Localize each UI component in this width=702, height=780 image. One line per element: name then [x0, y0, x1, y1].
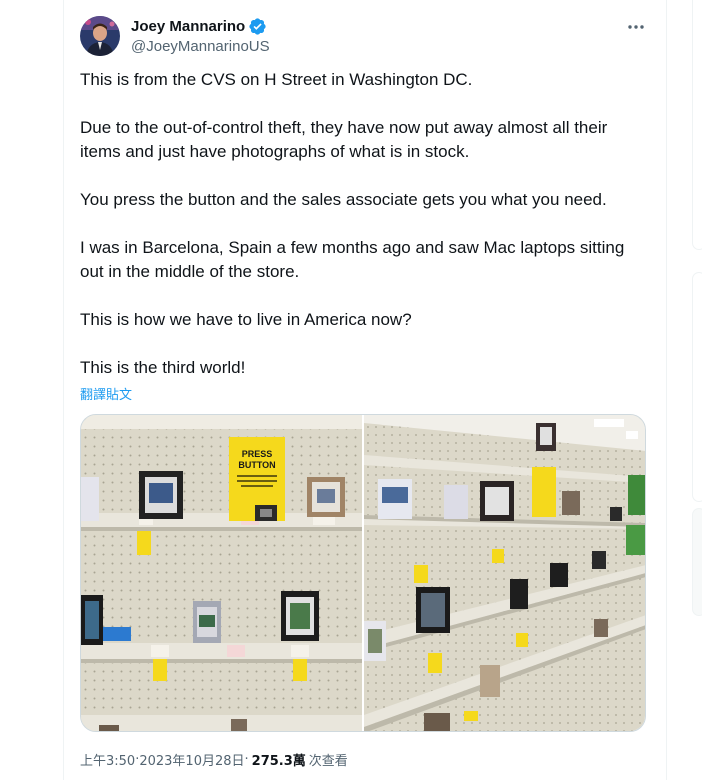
- sign-text-button: BUTTON: [238, 460, 275, 470]
- store-shelf-photo: PRESS BUTTON: [81, 415, 362, 731]
- more-options-button[interactable]: [624, 14, 648, 38]
- timeline-left-border: [63, 0, 64, 780]
- tweet-paragraph: Due to the out-of-control theft, they ha…: [80, 118, 608, 161]
- tweet-meta: 上午3:50 · 2023年10月28日 · 275.3萬 次查看: [80, 750, 348, 769]
- avatar[interactable]: [80, 16, 120, 56]
- tweet-paragraph: This is from the CVS on H Street in Wash…: [80, 70, 473, 89]
- view-count: 275.3萬: [251, 754, 306, 769]
- view-count-label: 次查看: [308, 754, 348, 769]
- tweet-paragraph: This is how we have to live in America n…: [80, 310, 412, 329]
- translate-post-link[interactable]: 翻譯貼文: [80, 384, 132, 403]
- store-aisle-photo: [364, 415, 645, 731]
- sidebar-card: [692, 508, 702, 616]
- tweet-photo[interactable]: [364, 415, 645, 731]
- tweet-date[interactable]: 2023年10月28日: [139, 750, 244, 769]
- tweet-paragraph: I was in Barcelona, Spain a few months a…: [80, 238, 625, 281]
- tweet-paragraph: You press the button and the sales assoc…: [80, 190, 607, 209]
- tweet-time[interactable]: 上午3:50: [80, 750, 135, 769]
- verified-badge-icon[interactable]: [248, 17, 267, 36]
- author-name[interactable]: Joey Mannarino: [131, 18, 245, 35]
- meta-separator: ·: [244, 752, 249, 767]
- author-handle[interactable]: @JoeyMannarinoUS: [131, 37, 270, 57]
- tweet-paragraph: This is the third world!: [80, 358, 246, 377]
- sidebar-card: [692, 272, 702, 502]
- timeline-right-border: [666, 0, 667, 780]
- tweet-author: Joey Mannarino @JoeyMannarinoUS: [131, 16, 270, 57]
- media-grid: PRESS BUTTON: [80, 414, 646, 732]
- ellipsis-icon: [627, 17, 645, 35]
- tweet-photo[interactable]: PRESS BUTTON: [81, 415, 362, 731]
- sidebar-card: [692, 0, 702, 250]
- sign-text-press: PRESS: [242, 449, 273, 459]
- tweet-text: This is from the CVS on H Street in Wash…: [80, 68, 650, 380]
